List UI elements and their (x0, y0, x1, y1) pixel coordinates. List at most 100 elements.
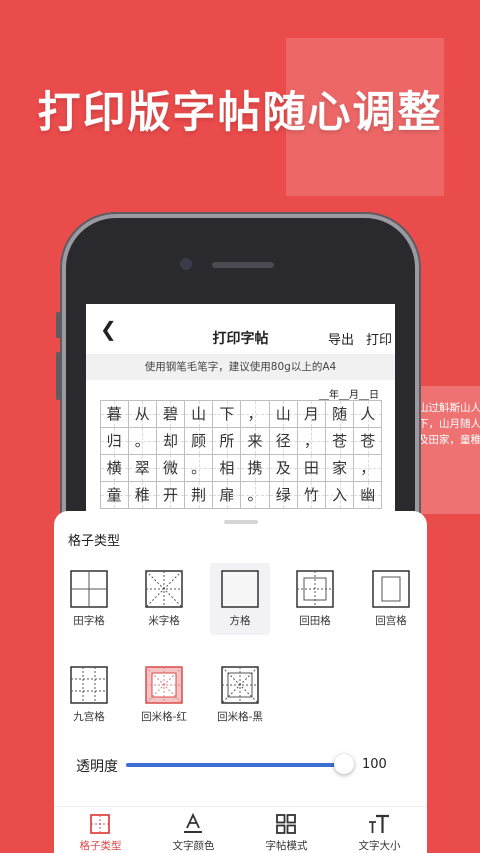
grid-cell: 山 (184, 399, 214, 428)
hui-gong-grid-icon (372, 570, 410, 608)
grid-cell: 下 (212, 399, 242, 428)
grid-character: 携 (247, 459, 263, 477)
grid-character: 田 (303, 459, 319, 477)
grid-cell: 扉 (212, 480, 242, 509)
grid-option-label: 回米格-黑 (217, 711, 263, 723)
grid-character: 。 (247, 486, 263, 504)
grid-character: 绿 (275, 486, 291, 504)
grid-cell: 横 (99, 453, 129, 482)
transparency-slider-thumb[interactable] (334, 754, 354, 774)
grid-option-hui-mi-black[interactable]: 回米格-黑 (210, 659, 270, 731)
grid-character: 翠 (134, 459, 150, 477)
grid-cell: ， (353, 453, 383, 482)
print-button[interactable]: 打印 (366, 329, 392, 348)
tab-label: 文字大小 (358, 840, 401, 852)
grid-settings-sheet: 格子类型 田字格 米字格 方格 回田格 回宫格 九宫格 回米格-红 回米格-黑 … (54, 511, 427, 853)
grid-option-label: 米字格 (148, 615, 180, 627)
grid-character: 入 (332, 486, 348, 504)
grid-character: 人 (360, 405, 376, 423)
grid-cell: 稚 (127, 480, 157, 509)
grid-cell: 微 (155, 453, 186, 482)
grid-character: 苍 (332, 432, 348, 450)
grid-character: 月 (303, 405, 319, 423)
export-button[interactable]: 导出 (328, 329, 354, 348)
grid-cell: 来 (240, 426, 270, 455)
grid-cell: 家 (325, 453, 355, 482)
grid-cell: 顾 (184, 426, 214, 455)
tab-grid-type[interactable]: 格子类型 (54, 807, 147, 853)
grid-cell: 径 (268, 426, 298, 455)
grid-character: 山 (275, 405, 291, 423)
grid-cell: 人 (353, 399, 383, 428)
mi-grid-icon (145, 570, 183, 608)
transparency-value: 100 (362, 757, 387, 772)
phone-side-button (56, 352, 61, 400)
grid-character: 。 (134, 432, 150, 450)
grid-character: 下 (219, 405, 235, 423)
grid-option-label: 田字格 (73, 615, 105, 627)
grid-character: ， (360, 459, 376, 477)
side-preview-text: 山过斛斯山人 下，山月随人 及田家，童稚 (418, 400, 480, 448)
grid-cell: 月 (296, 399, 326, 428)
grid-cell: 。 (127, 426, 157, 455)
tian-grid-icon (70, 570, 108, 608)
grid-cell: 却 (155, 426, 186, 455)
grid-option-label: 回米格-红 (141, 711, 187, 723)
tab-label: 字帖模式 (265, 840, 308, 852)
layout-mode-icon (276, 814, 296, 834)
grid-character: 所 (219, 432, 235, 450)
grid-character: 微 (162, 459, 178, 477)
grid-cell: 苍 (325, 426, 355, 455)
grid-cell: 幽 (353, 480, 383, 509)
grid-character: 童 (106, 486, 122, 504)
phone-side-button (56, 312, 61, 338)
grid-character: 苍 (360, 432, 376, 450)
square-grid-icon (221, 570, 259, 608)
side-text-line: 山过斛斯山人 (418, 402, 480, 414)
grid-character: 横 (106, 459, 122, 477)
grid-character: 幽 (360, 486, 376, 504)
grid-character: 竹 (303, 486, 319, 504)
side-text-line: 及田家，童稚 (418, 434, 480, 446)
grid-cell: 归 (99, 426, 129, 455)
grid-option-hui-mi-red[interactable]: 回米格-红 (134, 659, 194, 731)
grid-cell: 荆 (184, 480, 214, 509)
speaker-grille (212, 262, 274, 268)
camera-icon (180, 258, 192, 270)
grid-character: 山 (191, 405, 207, 423)
grid-cell: 。 (240, 480, 270, 509)
grid-cell: 田 (296, 453, 326, 482)
grid-option-hui-gong[interactable]: 回宫格 (361, 563, 421, 635)
grid-cell: 山 (268, 399, 298, 428)
grid-option-label: 方格 (229, 615, 251, 627)
tab-text-color[interactable]: 文字颜色 (147, 807, 240, 853)
grid-character: 开 (162, 486, 178, 504)
tab-text-size[interactable]: 文字大小 (333, 807, 426, 853)
grid-cell: 随 (325, 399, 355, 428)
grid-option-mi[interactable]: 米字格 (134, 563, 194, 635)
grid-cell: 相 (212, 453, 242, 482)
sheet-drag-handle[interactable] (224, 520, 258, 524)
grid-option-label: 九宫格 (73, 711, 105, 723)
transparency-slider-track[interactable] (126, 763, 344, 767)
grid-character: 从 (134, 405, 150, 423)
grid-cell: 及 (268, 453, 298, 482)
hui-tian-grid-icon (296, 570, 334, 608)
grid-option-square[interactable]: 方格 (210, 563, 270, 635)
grid-cell: 开 (155, 480, 186, 509)
grid-option-label: 回田格 (299, 615, 331, 627)
grid-cell: 携 (240, 453, 270, 482)
grid-character: 却 (162, 432, 178, 450)
grid-character: 归 (106, 432, 122, 450)
grid-character: 及 (275, 459, 291, 477)
grid-option-hui-tian[interactable]: 回田格 (285, 563, 345, 635)
tab-label: 文字颜色 (172, 840, 215, 852)
grid-cell: 绿 (268, 480, 298, 509)
grid-cell: ， (296, 426, 326, 455)
grid-character: 扉 (219, 486, 235, 504)
tab-layout-mode[interactable]: 字帖模式 (240, 807, 333, 853)
grid-option-tian[interactable]: 田字格 (59, 563, 119, 635)
grid-character: 。 (191, 459, 207, 477)
bottom-tab-bar: 格子类型 文字颜色 字帖模式 文字大小 (54, 806, 427, 853)
grid-option-nine[interactable]: 九宫格 (59, 659, 119, 731)
